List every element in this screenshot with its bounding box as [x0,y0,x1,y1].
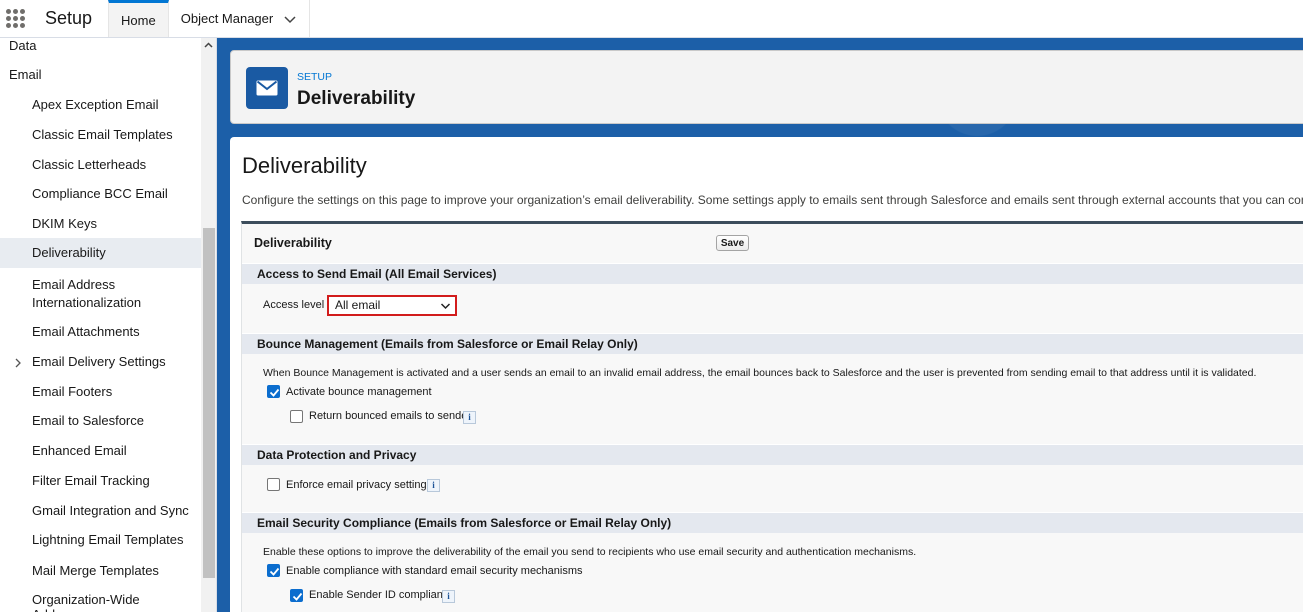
sidebar-item-label: Classic Email Templates [32,127,173,142]
sidebar-item-email-attachments[interactable]: Email Attachments [0,324,202,339]
sidebar-item-email-address-internationalization[interactable]: Email Address Internationalization [0,276,202,312]
enforce-privacy-checkbox[interactable] [267,478,280,491]
content-card: Deliverability Configure the settings on… [230,137,1303,612]
page-title: Deliverability [297,88,416,109]
tab-object-manager-label: Object Manager [180,11,274,26]
app-launcher-icon[interactable] [1,0,29,37]
section-email-security-compliance: Email Security Compliance (Emails from S… [242,512,1303,533]
tab-home-label: Home [121,12,156,28]
activate-bounce-label: Activate bounce management [286,386,432,398]
access-level-label: Access level [263,299,325,311]
sidebar-item-enhanced-email[interactable]: Enhanced Email [0,443,202,458]
page-block-title: Deliverability [254,236,332,250]
section-access-to-send-email: Access to Send Email (All Email Services… [242,263,1303,284]
sidebar-item-label: Enhanced Email [32,443,127,458]
tab-home[interactable]: Home [108,0,169,37]
sidebar-item-email-footers[interactable]: Email Footers [0,384,202,399]
sidebar-item-label: Email Footers [32,384,113,399]
section-data-protection: Data Protection and Privacy [242,444,1303,465]
page-header: SETUP Deliverability [230,50,1303,124]
sidebar-item-organization-wide-addresses[interactable]: Organization-Wide Addresses [0,592,202,612]
setup-tree-sidebar: Data Email Apex Exception Email Classic … [0,38,217,612]
sidebar-item-label: Organization-Wide Addresses [32,592,140,612]
sidebar-item-label: Email [9,67,42,82]
sidebar-item-label: Lightning Email Templates [32,532,184,547]
checkmark-icon [292,592,303,601]
main-area: SETUP Deliverability Deliverability Conf… [217,38,1303,612]
sidebar-item-deliverability[interactable]: Deliverability [0,238,202,268]
checkmark-icon [269,388,280,397]
section-bounce-management: Bounce Management (Emails from Salesforc… [242,333,1303,354]
info-icon[interactable]: i [442,590,455,603]
sidebar-item-dkim-keys[interactable]: DKIM Keys [0,216,202,231]
info-icon[interactable]: i [427,479,440,492]
sidebar-item-apex-exception-email[interactable]: Apex Exception Email [0,97,202,112]
sidebar-item-email-delivery-settings[interactable]: Email Delivery Settings [0,354,202,369]
sidebar-item-email-to-salesforce[interactable]: Email to Salesforce [0,413,202,428]
sidebar-item-label: Email Attachments [32,324,140,339]
standard-compliance-checkbox[interactable] [267,564,280,577]
sidebar-item-label: Compliance BCC Email [32,186,168,201]
security-description: Enable these options to improve the deli… [263,546,917,558]
checkmark-icon [269,567,280,576]
page-eyebrow: SETUP [297,71,333,83]
sidebar-item-label: Email Address [32,277,116,292]
tab-object-manager[interactable]: Object Manager [169,0,311,37]
save-button[interactable]: Save [716,235,749,251]
return-bounced-label: Return bounced emails to sender [309,410,472,422]
return-bounced-checkbox[interactable] [290,410,303,423]
sender-id-checkbox[interactable] [290,589,303,602]
sidebar-item-label: Apex Exception Email [32,97,159,112]
sidebar-item-compliance-bcc-email[interactable]: Compliance BCC Email [0,186,202,201]
sidebar-item-label: Data [9,38,37,53]
sidebar-item-label: Email to Salesforce [32,413,144,428]
scrollbar-thumb[interactable] [203,228,215,578]
sidebar-item-label: Gmail Integration and Sync [32,503,189,518]
sidebar-item-label: Email Delivery Settings [32,354,166,369]
sidebar-item-label: DKIM Keys [32,216,98,231]
bounce-description: When Bounce Management is activated and … [263,367,1257,379]
chevron-down-icon[interactable] [283,12,297,26]
sidebar-item-lightning-email-templates[interactable]: Lightning Email Templates [0,532,202,547]
standard-compliance-label: Enable compliance with standard email se… [286,565,583,577]
global-header: Setup Home Object Manager [0,0,1303,38]
info-icon[interactable]: i [463,411,476,424]
sidebar-item-mail-merge-templates[interactable]: Mail Merge Templates [0,563,202,578]
sidebar-item-classic-email-templates[interactable]: Classic Email Templates [0,127,202,142]
access-level-value: All email [335,298,381,312]
sidebar-scrollbar[interactable] [201,38,216,612]
content-description: Configure the settings on this page to i… [242,193,1303,207]
chevron-down-icon [440,303,451,310]
enforce-privacy-label: Enforce email privacy settings [286,479,433,491]
sidebar-item-filter-email-tracking[interactable]: Filter Email Tracking [0,473,202,488]
sidebar-item-classic-letterheads[interactable]: Classic Letterheads [0,157,202,172]
sidebar-item-email[interactable]: Email [0,67,202,82]
content-title: Deliverability [242,153,367,178]
deliverability-page-block: Deliverability Save Access to Send Email… [241,221,1303,612]
scroll-up-icon[interactable] [203,40,214,51]
sidebar-item-gmail-integration-and-sync[interactable]: Gmail Integration and Sync [0,503,202,518]
sidebar-item-label: Classic Letterheads [32,157,147,172]
sidebar-item-label: Deliverability [32,245,106,260]
sender-id-label: Enable Sender ID compliance [309,589,455,601]
envelope-icon [246,67,288,109]
activate-bounce-checkbox[interactable] [267,385,280,398]
sidebar-item-data[interactable]: Data [0,38,202,53]
sidebar-item-label: Internationalization [32,295,142,310]
sidebar-item-label: Mail Merge Templates [32,563,159,578]
sidebar-item-label: Filter Email Tracking [32,473,150,488]
app-name: Setup [45,8,93,28]
access-level-select[interactable]: All email [327,295,457,316]
